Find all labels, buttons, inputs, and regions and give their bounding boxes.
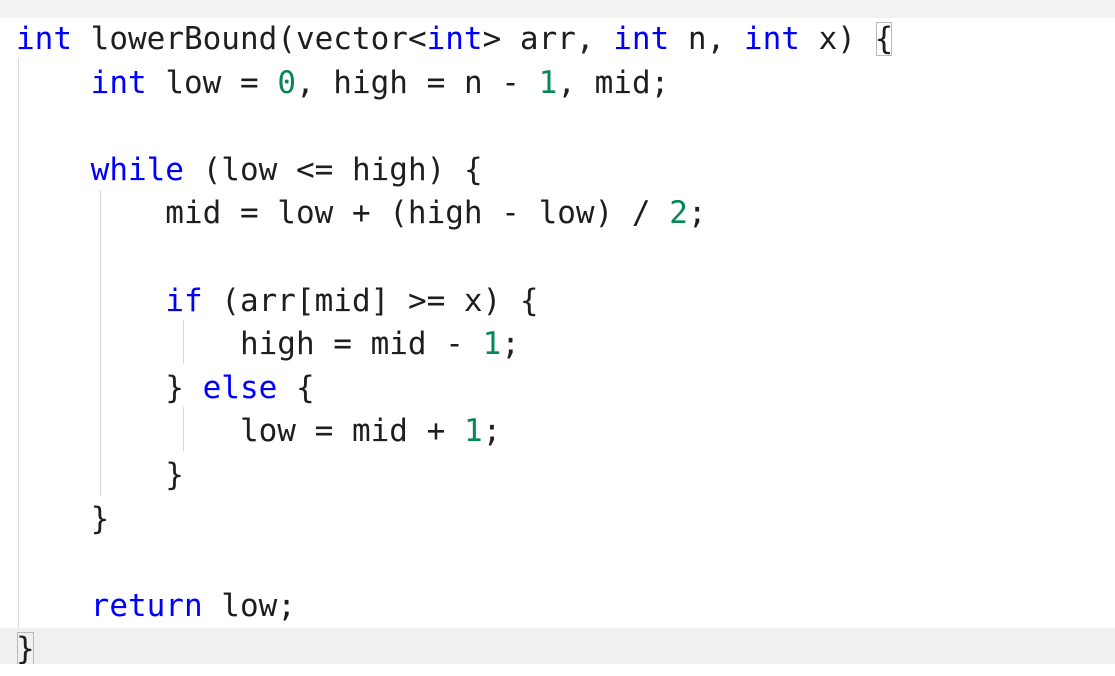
code-line[interactable]: int low = 0, high = n - 1, mid; (16, 62, 1115, 106)
code-token: } (16, 456, 184, 493)
code-text[interactable]: int lowerBound(vector<int> arr, int n, i… (0, 18, 1115, 672)
code-line[interactable] (16, 541, 1115, 585)
code-token: low = mid + (16, 413, 464, 450)
code-token: ; (501, 326, 520, 363)
keyword-token: return (90, 587, 203, 624)
number-token: 2 (669, 195, 688, 232)
keyword-token: int (90, 64, 147, 101)
editor-top-gutter (0, 0, 1115, 18)
keyword-token: if (165, 282, 203, 319)
code-token: > arr, (482, 21, 614, 57)
number-token: 1 (538, 64, 558, 101)
keyword-token: int (613, 21, 670, 57)
keyword-token: int (16, 21, 72, 57)
code-token: x) (799, 21, 875, 57)
number-token: 1 (463, 413, 483, 450)
code-line[interactable]: int lowerBound(vector<int> arr, int n, i… (16, 18, 1115, 62)
editor-bottom-area (0, 664, 1115, 676)
code-token: { (277, 369, 315, 406)
code-token: } (16, 369, 203, 406)
matched-brace: { (874, 21, 894, 57)
number-token: 0 (277, 64, 296, 101)
code-token: ; (482, 413, 502, 450)
code-token: lowerBound(vector< (72, 21, 427, 57)
code-line[interactable]: mid = low + (high - low) / 2; (16, 192, 1115, 236)
code-line[interactable] (16, 236, 1115, 280)
code-token: , mid; (557, 64, 670, 101)
code-token: } (16, 500, 110, 537)
code-line[interactable]: return low; (16, 585, 1115, 629)
code-token: mid = low + (high - low) / (16, 195, 670, 232)
code-token: high = mid - (16, 326, 483, 363)
code-editor[interactable]: int lowerBound(vector<int> arr, int n, i… (0, 0, 1115, 676)
code-token: low; (202, 587, 296, 624)
keyword-token: int (426, 21, 483, 57)
code-line[interactable]: low = mid + 1; (16, 410, 1115, 454)
code-line[interactable]: } else { (16, 367, 1115, 411)
matched-brace: } (16, 631, 35, 668)
code-token: (low <= high) { (183, 151, 483, 188)
code-token: low = (146, 64, 278, 101)
code-token: n, (669, 21, 744, 57)
code-token: (arr[mid] >= x) { (202, 282, 539, 319)
keyword-token: else (202, 369, 278, 406)
code-line[interactable]: } (16, 498, 1115, 542)
number-token: 1 (482, 326, 502, 363)
code-token: , high = n - (295, 64, 539, 101)
code-line[interactable]: if (arr[mid] >= x) { (16, 280, 1115, 324)
code-line[interactable] (16, 105, 1115, 149)
code-line[interactable]: while (low <= high) { (16, 149, 1115, 193)
keyword-token: while (90, 151, 184, 188)
code-line[interactable]: high = mid - 1; (16, 323, 1115, 367)
code-token: ; (687, 195, 707, 232)
keyword-token: int (743, 21, 800, 57)
code-line[interactable]: } (16, 454, 1115, 498)
